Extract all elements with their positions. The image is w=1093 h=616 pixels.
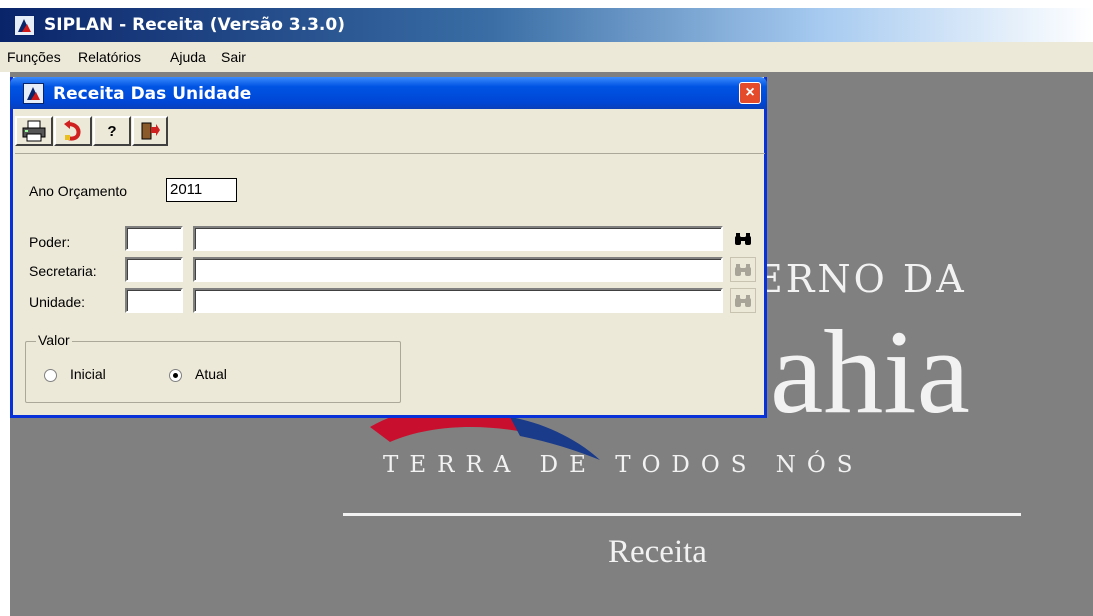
secretaria-search-button[interactable] bbox=[730, 257, 756, 282]
menu-ajuda[interactable]: Ajuda bbox=[170, 49, 206, 65]
radio-selected-dot bbox=[173, 373, 178, 378]
brand-text-governo: ERNO DA bbox=[755, 257, 967, 301]
close-button[interactable]: × bbox=[739, 82, 761, 104]
brand-divider bbox=[343, 513, 1021, 516]
unidade-name-input[interactable] bbox=[193, 288, 723, 313]
unidade-search-button[interactable] bbox=[730, 288, 756, 313]
binoculars-icon bbox=[735, 294, 751, 307]
poder-code-input[interactable] bbox=[125, 226, 183, 251]
poder-search-button[interactable] bbox=[730, 226, 756, 251]
poder-name-input[interactable] bbox=[193, 226, 723, 251]
ano-orcamento-label: Ano Orçamento bbox=[29, 183, 128, 199]
atual-radio[interactable] bbox=[169, 369, 182, 382]
help-button[interactable]: ? bbox=[93, 116, 131, 146]
undo-icon bbox=[64, 120, 81, 141]
dialog-titlebar[interactable]: Receita Das Unidade × bbox=[10, 77, 767, 109]
binoculars-icon bbox=[735, 232, 751, 245]
brand-module-name: Receita bbox=[608, 534, 707, 570]
inicial-radio-label[interactable]: Inicial bbox=[70, 366, 106, 382]
dialog-title: Receita Das Unidade bbox=[53, 84, 252, 104]
menu-relatorios[interactable]: Relatórios bbox=[78, 49, 141, 65]
exit-button[interactable] bbox=[132, 116, 168, 146]
exit-door-icon bbox=[141, 122, 160, 140]
valor-group: Valor Inicial Atual bbox=[25, 332, 401, 403]
atual-radio-label[interactable]: Atual bbox=[195, 366, 227, 382]
dialog-toolbar: ? bbox=[15, 113, 765, 154]
unidade-code-input[interactable] bbox=[125, 288, 183, 313]
menubar: Funções Relatórios Ajuda Sair bbox=[0, 42, 1093, 72]
siplan-logo-icon bbox=[23, 83, 44, 104]
poder-label: Poder: bbox=[29, 234, 71, 250]
secretaria-label: Secretaria: bbox=[29, 263, 97, 279]
unidade-label: Unidade: bbox=[29, 294, 86, 310]
printer-icon bbox=[22, 120, 46, 142]
valor-legend: Valor bbox=[36, 332, 72, 348]
secretaria-name-input[interactable] bbox=[193, 257, 723, 282]
ano-orcamento-input[interactable]: 2011 bbox=[166, 178, 237, 202]
app-titlebar[interactable]: SIPLAN - Receita (Versão 3.3.0) bbox=[0, 8, 1093, 42]
menu-sair[interactable]: Sair bbox=[221, 49, 246, 65]
siplan-logo-icon bbox=[14, 15, 35, 36]
binoculars-icon bbox=[735, 263, 751, 276]
brand-tagline: TERRA DE TODOS NÓS bbox=[383, 452, 864, 478]
menu-funcoes[interactable]: Funções bbox=[7, 49, 61, 65]
app-title: SIPLAN - Receita (Versão 3.3.0) bbox=[44, 15, 345, 35]
help-icon: ? bbox=[107, 122, 117, 140]
inicial-radio[interactable] bbox=[44, 369, 57, 382]
undo-button[interactable] bbox=[54, 116, 92, 146]
print-button[interactable] bbox=[15, 116, 53, 146]
brand-text-bahia: ahia bbox=[770, 305, 970, 438]
receita-dialog: Receita Das Unidade × ? Ano Orçamento 20… bbox=[10, 77, 767, 418]
secretaria-code-input[interactable] bbox=[125, 257, 183, 282]
